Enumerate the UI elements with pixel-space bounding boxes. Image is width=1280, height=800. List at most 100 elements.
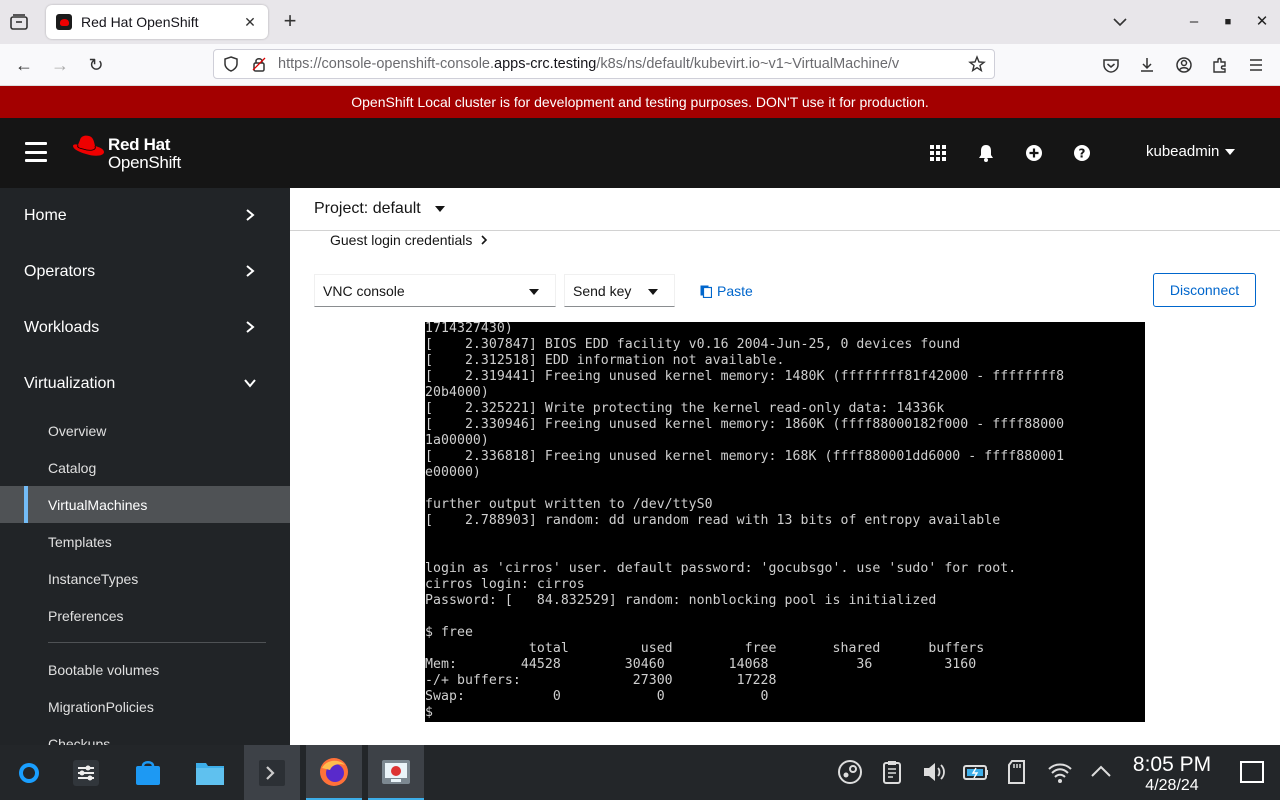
folder-icon — [196, 762, 224, 785]
minimize-icon[interactable]: – — [1184, 12, 1204, 32]
tab-title: Red Hat OpenShift — [81, 14, 199, 30]
screenshot-tool-icon — [382, 759, 410, 784]
openshift-favicon-icon — [56, 14, 72, 30]
masthead: Red Hat OpenShift ? kubeadmin — [0, 118, 1280, 188]
sd-card-tray-icon[interactable] — [1005, 759, 1031, 785]
taskbar-terminal-app[interactable] — [244, 745, 300, 800]
redhat-hat-icon — [73, 135, 104, 156]
cluster-warning-banner: OpenShift Local cluster is for developme… — [0, 86, 1280, 118]
taskbar: 8:05 PM 4/28/24 — [0, 745, 1280, 800]
caret-down-icon — [529, 289, 539, 295]
reload-icon[interactable]: ↻ — [84, 53, 108, 77]
extensions-icon[interactable] — [1211, 56, 1229, 74]
url-text: https://console-openshift-console.apps-c… — [278, 56, 900, 72]
brand-line1: Red Hat — [108, 135, 171, 154]
caret-down-icon — [434, 206, 445, 212]
quick-create-plus-icon[interactable] — [1024, 143, 1044, 163]
user-name: kubeadmin — [1146, 143, 1220, 160]
sidebar-divider — [48, 642, 266, 643]
chevron-right-icon — [246, 321, 255, 333]
chevron-right-icon — [246, 209, 255, 221]
guest-login-credentials-toggle[interactable]: Guest login credentials — [330, 232, 488, 248]
system-clock[interactable]: 8:05 PM 4/28/24 — [1122, 753, 1222, 795]
terminal-icon — [259, 759, 285, 786]
taskbar-screenshot-app[interactable] — [368, 745, 424, 800]
sidebar-item-virtualmachines[interactable]: VirtualMachines — [0, 486, 290, 523]
sidebar-item-preferences[interactable]: Preferences — [0, 597, 290, 634]
clock-date: 4/28/24 — [1145, 777, 1199, 794]
list-all-tabs-icon[interactable] — [1110, 12, 1130, 32]
taskbar-files-app[interactable] — [182, 745, 238, 800]
main-content: Project: default Guest login credentials… — [290, 188, 1280, 745]
help-icon[interactable]: ? — [1072, 143, 1092, 163]
sidebar-item-migrationpolicies[interactable]: MigrationPolicies — [0, 688, 290, 725]
project-selector[interactable]: Project: default — [290, 188, 1280, 231]
clock-time: 8:05 PM — [1132, 753, 1212, 776]
paste-button[interactable]: Paste — [700, 274, 753, 307]
battery-tray-icon[interactable] — [963, 759, 989, 785]
console-output: 1714327430) [ 2.307847] BIOS EDD facilit… — [425, 322, 1065, 720]
close-tab-icon[interactable]: ✕ — [242, 14, 258, 30]
vnc-console-screen[interactable]: 1714327430) [ 2.307847] BIOS EDD facilit… — [425, 322, 1145, 722]
app-launcher-button[interactable] — [0, 745, 56, 800]
maximize-icon[interactable]: ■ — [1218, 12, 1238, 32]
steam-tray-icon[interactable] — [837, 759, 863, 785]
menu-icon[interactable] — [1247, 56, 1265, 74]
user-menu[interactable]: kubeadmin — [1146, 143, 1236, 160]
back-icon[interactable]: ← — [12, 53, 36, 77]
sidebar-item-operators[interactable]: Operators — [0, 244, 290, 300]
sidebar-item-home[interactable]: Home — [0, 188, 290, 244]
brand-line2: OpenShift — [108, 153, 181, 172]
disconnect-button[interactable]: Disconnect — [1153, 273, 1256, 307]
send-key-select[interactable]: Send key — [564, 274, 675, 307]
chevron-right-icon — [481, 235, 488, 245]
lock-icon[interactable] — [250, 55, 268, 73]
caret-down-icon — [648, 289, 658, 295]
new-tab-icon[interactable]: + — [278, 10, 302, 34]
downloads-icon[interactable] — [1138, 56, 1156, 74]
forward-icon[interactable]: → — [48, 53, 72, 77]
show-desktop-icon[interactable] — [1240, 761, 1264, 783]
app-launcher-icon[interactable] — [928, 143, 948, 163]
sidebar-item-overview[interactable]: Overview — [0, 412, 290, 449]
firefox-icon — [320, 757, 348, 786]
pocket-icon[interactable] — [1102, 56, 1120, 74]
taskbar-settings-app[interactable] — [58, 745, 114, 800]
svg-text:?: ? — [1079, 147, 1086, 161]
sidebar-item-virtualization[interactable]: Virtualization — [0, 356, 290, 412]
clipboard-tray-icon[interactable] — [879, 759, 905, 785]
chevron-up-icon[interactable] — [1088, 759, 1114, 785]
account-icon[interactable] — [1175, 56, 1193, 74]
discover-store-icon — [136, 760, 160, 785]
project-label: Project: default — [314, 200, 421, 217]
url-bar[interactable]: https://console-openshift-console.apps-c… — [213, 49, 995, 79]
browser-nav-bar: ← → ↻ https://console-openshift-console.… — [0, 44, 1280, 86]
chevron-right-icon — [246, 265, 255, 277]
taskbar-discover-app[interactable] — [120, 745, 176, 800]
paste-clipboard-icon — [700, 285, 712, 298]
sidebar-item-checkups[interactable]: Checkups — [0, 725, 290, 746]
bookmark-star-icon[interactable] — [968, 55, 986, 73]
sidebar-item-bootable-volumes[interactable]: Bootable volumes — [0, 651, 290, 688]
tab-list-icon[interactable] — [8, 12, 30, 32]
caret-down-icon — [1225, 148, 1236, 155]
wifi-tray-icon[interactable] — [1047, 759, 1073, 785]
volume-tray-icon[interactable] — [921, 759, 947, 785]
window-close-icon[interactable]: ✕ — [1252, 12, 1272, 32]
sidebar-item-instancetypes[interactable]: InstanceTypes — [0, 560, 290, 597]
notifications-bell-icon[interactable] — [976, 143, 996, 163]
chevron-down-icon — [244, 379, 256, 388]
nav-toggle-icon[interactable] — [25, 142, 47, 162]
sidebar-nav: Home Operators Workloads Virtualization … — [0, 188, 290, 745]
browser-tab[interactable]: Red Hat OpenShift ✕ — [46, 5, 268, 39]
steamos-logo-icon — [19, 762, 39, 783]
console-type-select[interactable]: VNC console — [314, 274, 556, 307]
redhat-openshift-logo[interactable]: Red Hat OpenShift — [71, 132, 201, 174]
sidebar-item-templates[interactable]: Templates — [0, 523, 290, 560]
browser-tab-bar: Red Hat OpenShift ✕ + – ■ ✕ — [0, 0, 1280, 44]
system-settings-icon — [73, 759, 99, 786]
taskbar-firefox-app[interactable] — [306, 745, 362, 800]
shield-icon[interactable] — [222, 55, 240, 73]
sidebar-item-catalog[interactable]: Catalog — [0, 449, 290, 486]
sidebar-item-workloads[interactable]: Workloads — [0, 300, 290, 356]
